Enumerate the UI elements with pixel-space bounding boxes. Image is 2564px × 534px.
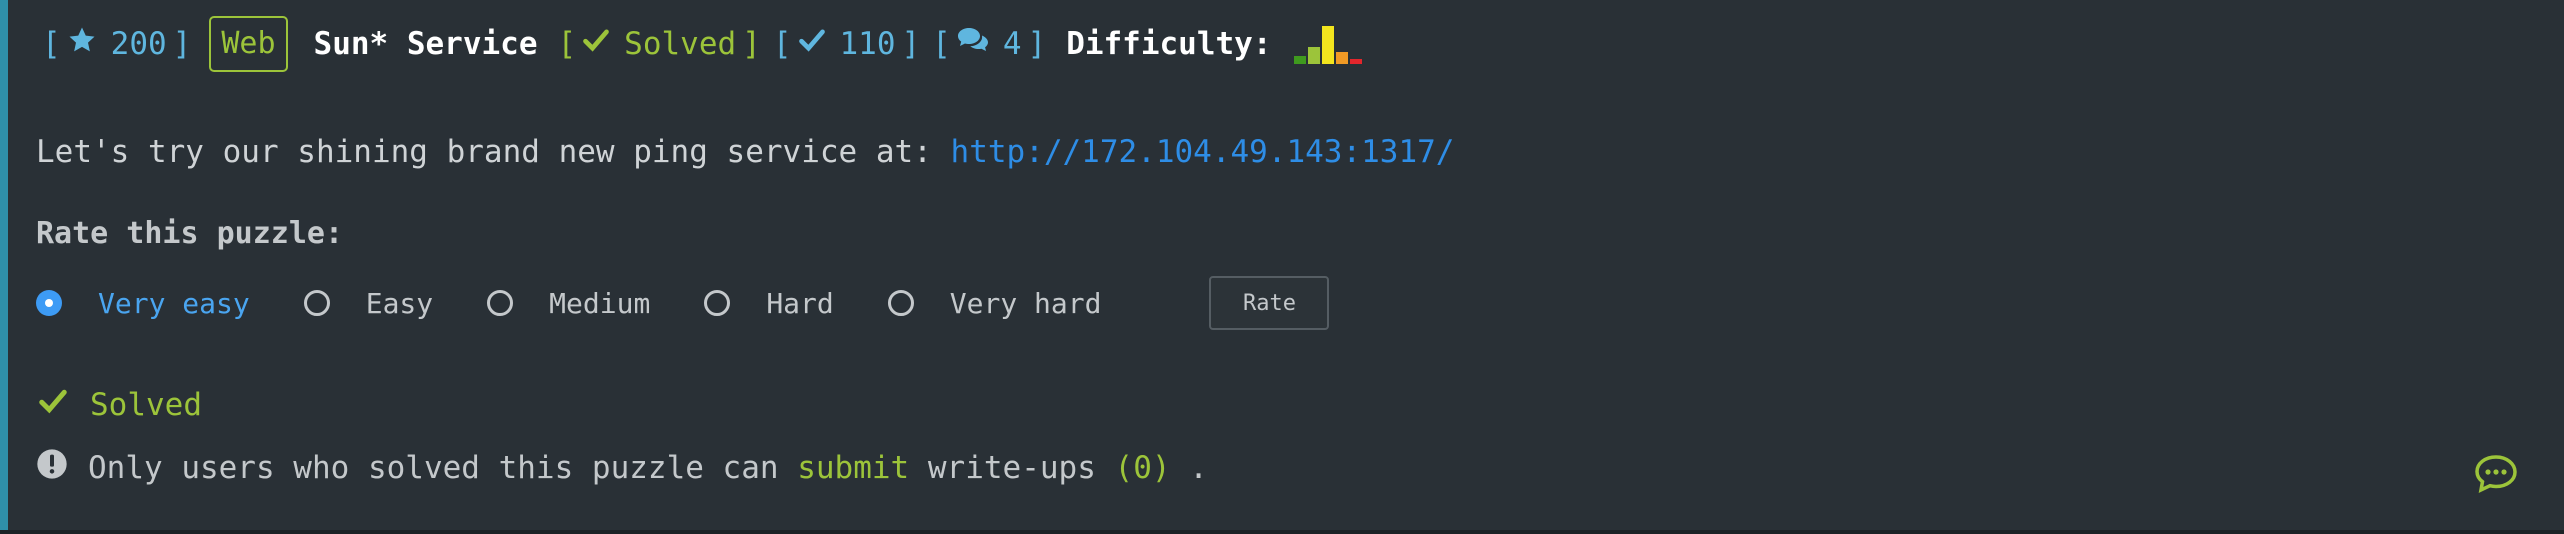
- description-text: Let's try our shining brand new ping ser…: [36, 134, 932, 170]
- divider: [0, 530, 2564, 534]
- writeups-suffix: .: [1189, 450, 1208, 486]
- status-badge: Solved: [624, 26, 737, 62]
- exclamation-circle-icon: [36, 448, 68, 488]
- writeups-count[interactable]: (0): [1115, 450, 1171, 486]
- rating-option-very-hard[interactable]: Very hard: [887, 286, 1102, 320]
- check-icon: [798, 26, 826, 62]
- service-link[interactable]: http://172.104.49.143:1317/: [951, 134, 1455, 170]
- rating-option-hard[interactable]: Hard: [704, 286, 834, 320]
- radio-button[interactable]: [887, 290, 914, 316]
- bracket-close: ]: [1027, 26, 1047, 62]
- rating-option-easy[interactable]: Easy: [303, 286, 434, 320]
- difficulty-meter: [1293, 24, 1362, 64]
- difficulty-bar: [1321, 26, 1334, 64]
- solved-label: Solved: [90, 387, 202, 423]
- difficulty-bar: [1307, 47, 1320, 64]
- rating-option-very-easy[interactable]: Very easy: [36, 287, 250, 320]
- difficulty-bar: [1349, 59, 1362, 64]
- comments-count: 4: [1002, 26, 1022, 62]
- comments-icon: [957, 26, 989, 62]
- radio-button[interactable]: [487, 290, 514, 316]
- bracket-open: [: [42, 26, 61, 62]
- stars-count: 200: [110, 26, 167, 62]
- solves-count: 110: [839, 26, 896, 62]
- difficulty-bar: [1335, 52, 1348, 64]
- left-accent-bar: [0, 0, 8, 534]
- bracket-open: [: [932, 26, 951, 62]
- rating-form: Very easy Easy Medium Hard Very hard Rat…: [36, 276, 1330, 330]
- puzzle-title: Sun* Service: [313, 26, 538, 62]
- rate-button[interactable]: Rate: [1209, 276, 1330, 330]
- difficulty-label: Difficulty:: [1066, 26, 1272, 62]
- radio-button[interactable]: [704, 290, 731, 316]
- writeups-notice: Only users who solved this puzzle can su…: [36, 448, 1208, 488]
- bracket-close: ]: [901, 26, 921, 62]
- bracket-open: [: [557, 26, 577, 62]
- submit-writeup-link[interactable]: submit: [797, 450, 909, 486]
- puzzle-description: Let's try our shining brand new ping ser…: [36, 134, 1454, 170]
- star-icon: [67, 25, 97, 63]
- radio-button[interactable]: [303, 290, 330, 316]
- difficulty-bar: [1293, 56, 1306, 64]
- rating-option-medium[interactable]: Medium: [487, 287, 650, 320]
- rating-option-label: Very easy: [98, 286, 250, 320]
- rating-option-label: Very hard: [949, 286, 1102, 320]
- writeups-prefix: Only users who solved this puzzle can: [88, 450, 779, 486]
- rating-option-label: Hard: [766, 286, 834, 320]
- puzzle-header: [ 200 ] Web Sun* Service [ Solved ] [ 11…: [36, 14, 1362, 74]
- solved-status: Solved: [36, 386, 202, 424]
- radio-button[interactable]: [36, 290, 62, 316]
- writeups-label: write-ups: [927, 450, 1096, 486]
- check-icon: [36, 386, 70, 424]
- rating-option-label: Medium: [549, 286, 651, 320]
- rating-option-label: Easy: [365, 286, 434, 320]
- category-tag[interactable]: Web: [209, 16, 288, 72]
- check-icon: [582, 26, 610, 62]
- rate-title: Rate this puzzle:: [36, 216, 344, 251]
- bracket-close: ]: [742, 26, 761, 62]
- comments-icon[interactable]: [2474, 454, 2518, 494]
- bracket-open: [: [772, 26, 792, 62]
- bracket-close: ]: [172, 26, 192, 62]
